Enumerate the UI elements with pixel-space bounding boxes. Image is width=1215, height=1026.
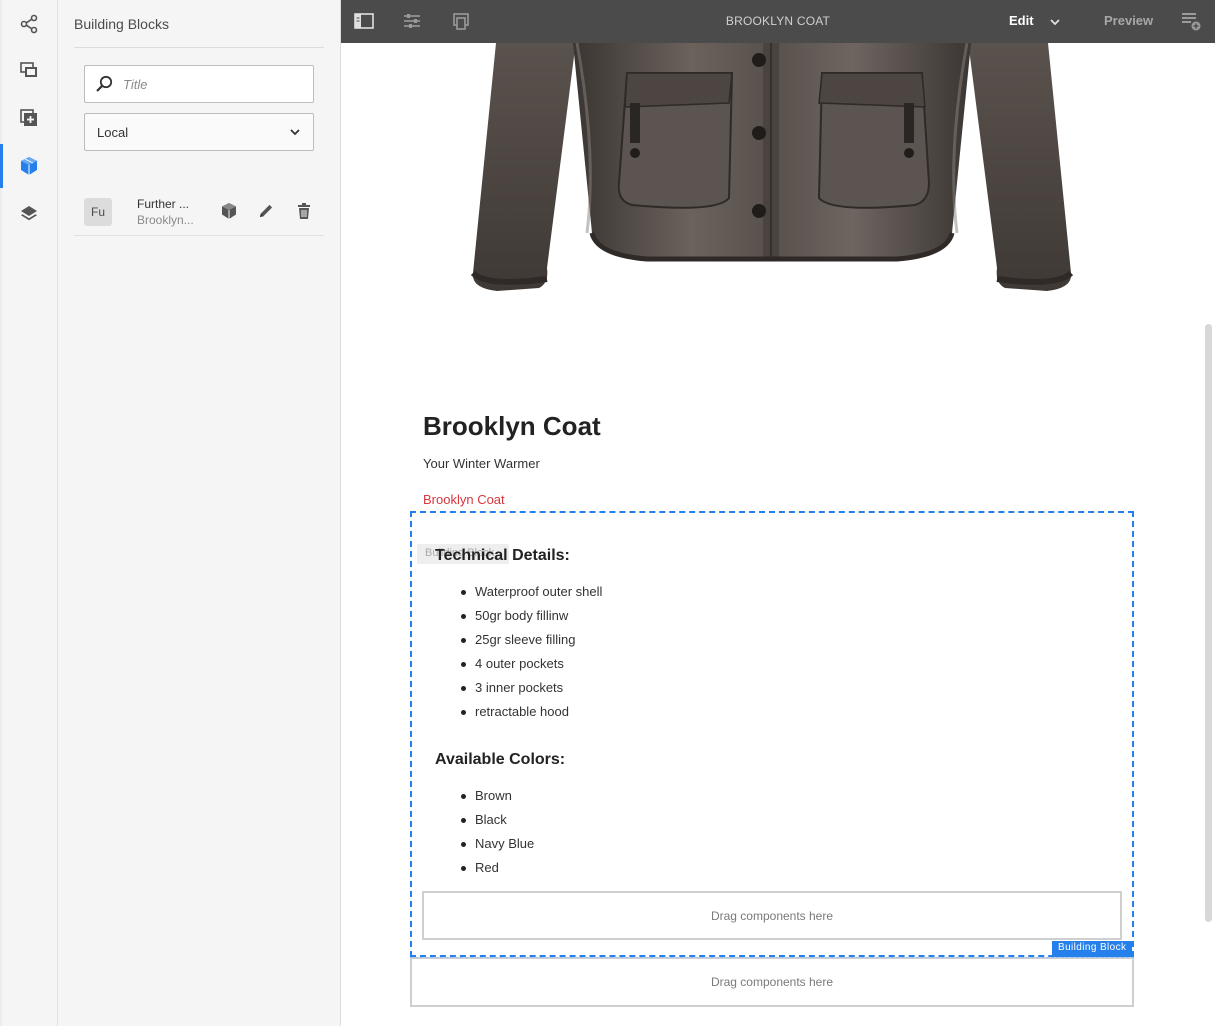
product-image[interactable] (467, 43, 1077, 295)
layers-button[interactable] (0, 190, 58, 238)
inner-drop-zone[interactable]: Drag components here (422, 891, 1122, 940)
list-item: Brown (459, 788, 534, 812)
toggle-side-panel-button[interactable] (352, 10, 376, 32)
annotations-icon[interactable] (1181, 11, 1201, 31)
list-item: 50gr body fillinw (459, 608, 602, 632)
scope-select-value: Local (97, 124, 129, 140)
list-item: Navy Blue (459, 836, 534, 860)
available-colors-heading[interactable]: Available Colors: (435, 751, 565, 769)
chevron-down-icon (290, 129, 300, 136)
page-properties-button[interactable] (400, 10, 424, 32)
scrollbar[interactable] (1205, 324, 1212, 922)
list-item: Red (459, 860, 534, 884)
edit-building-block-button[interactable] (256, 201, 276, 221)
product-subtitle[interactable]: Your Winter Warmer (423, 456, 540, 471)
building-blocks-icon (21, 157, 37, 175)
preview-button[interactable]: Preview (1104, 13, 1153, 28)
page-canvas: Brooklyn Coat Your Winter Warmer Brookly… (341, 43, 1215, 1026)
add-component-icon (20, 109, 37, 126)
available-colors-list[interactable]: Brown Black Navy Blue Red (459, 788, 534, 884)
layers-icon (21, 206, 37, 221)
sliders-icon (404, 14, 420, 28)
list-item: 3 inner pockets (459, 680, 602, 704)
mode-selector[interactable]: Edit (1009, 13, 1034, 28)
building-blocks-button[interactable] (0, 142, 58, 190)
side-rail (0, 0, 58, 1026)
search-input[interactable] (123, 76, 303, 92)
building-block-subtitle: Brooklyn... (137, 213, 194, 227)
scope-select[interactable]: Local (84, 113, 314, 151)
search-icon (96, 75, 113, 92)
product-link[interactable]: Brooklyn Coat (423, 492, 505, 507)
emulator-button[interactable] (449, 10, 473, 32)
list-item: Black (459, 812, 534, 836)
panel-title: Building Blocks (74, 16, 169, 32)
building-block-icon (222, 203, 236, 219)
building-block-list-item[interactable]: Fu Further ... Brooklyn... (74, 186, 324, 236)
drop-zone-divider (410, 957, 1134, 959)
panel-divider (74, 47, 324, 48)
list-item: 25gr sleeve filling (459, 632, 602, 656)
assets-icon (20, 62, 37, 77)
assets-button[interactable] (0, 46, 58, 94)
technical-details-list[interactable]: Waterproof outer shell 50gr body fillinw… (459, 584, 602, 728)
insert-building-block-button[interactable] (219, 201, 239, 221)
emulator-icon (453, 13, 469, 30)
search-field[interactable] (84, 65, 314, 103)
list-item: 4 outer pockets (459, 656, 602, 680)
building-block-badge: Building Block (1052, 941, 1133, 957)
trash-icon (298, 203, 310, 219)
share-button[interactable] (0, 0, 58, 48)
side-panel-icon (354, 13, 374, 29)
list-item: Waterproof outer shell (459, 584, 602, 608)
building-blocks-panel: Building Blocks Local Fu Further ... Bro… (58, 0, 341, 1026)
outer-drop-zone[interactable]: Drag components here (410, 957, 1134, 1007)
list-item: retractable hood (459, 704, 602, 728)
share-icon (20, 14, 38, 34)
pencil-icon (260, 204, 273, 217)
technical-details-heading[interactable]: Technical Details: (435, 547, 570, 565)
components-button[interactable] (0, 94, 58, 142)
building-block-title: Further ... (137, 197, 190, 211)
product-title[interactable]: Brooklyn Coat (423, 411, 601, 442)
delete-building-block-button[interactable] (294, 201, 314, 221)
editor-toolbar: BROOKLYN COAT Edit Preview (341, 0, 1215, 43)
chevron-down-icon[interactable] (1049, 16, 1061, 28)
building-block-thumbnail: Fu (84, 198, 112, 226)
